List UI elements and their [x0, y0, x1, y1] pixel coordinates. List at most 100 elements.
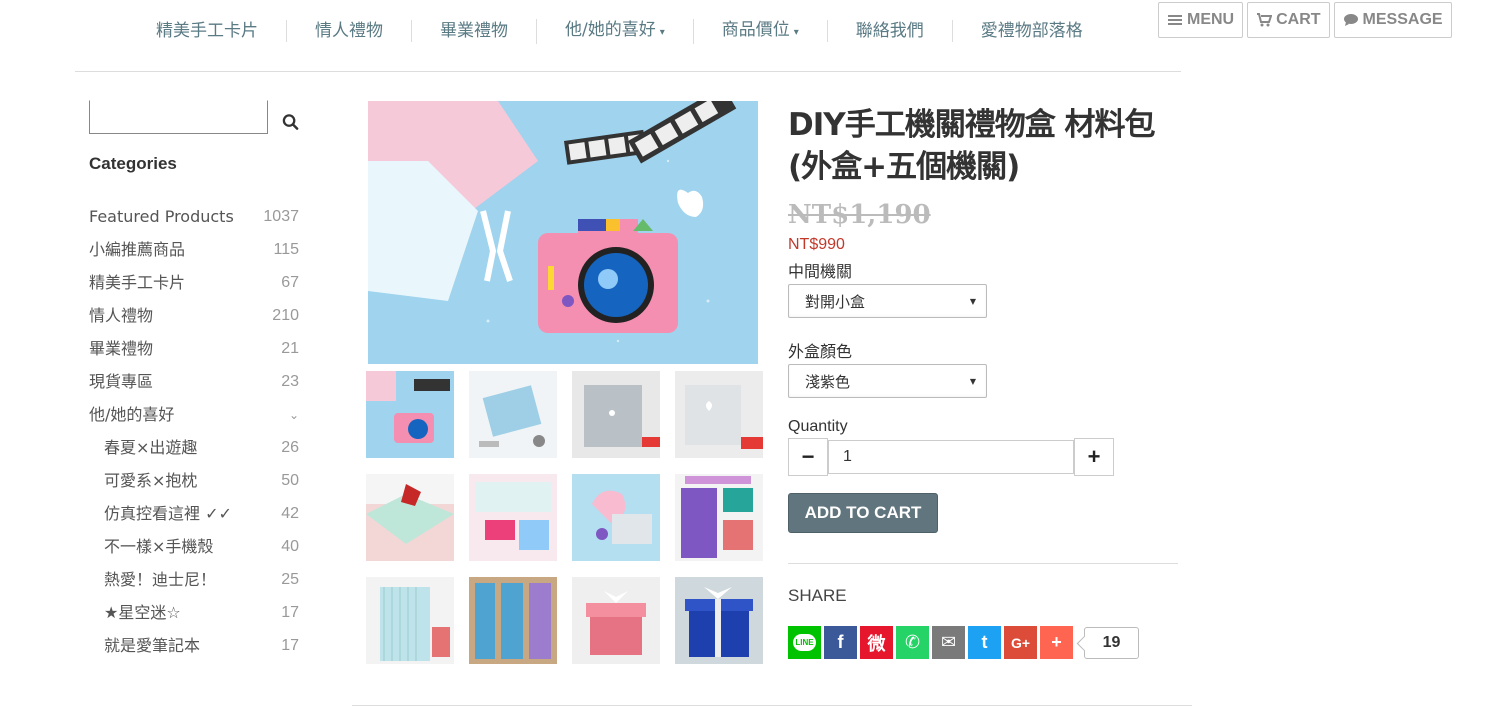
thumbnail-5[interactable]	[366, 474, 454, 561]
email-share-button[interactable]: ✉	[932, 626, 965, 659]
share-buttons: LINE f 微 ✆ ✉ t G+ +19	[788, 626, 1178, 659]
nav-item-label: 精美手工卡片	[156, 21, 258, 41]
category-name: 畢業禮物	[89, 339, 154, 358]
twitter-share-button[interactable]: t	[968, 626, 1001, 659]
category-name: 精美手工卡片	[89, 273, 186, 292]
share-count: 19	[1084, 626, 1139, 659]
thumbnail-2[interactable]	[469, 371, 557, 458]
category-name: 春夏×出遊趣	[104, 438, 198, 457]
category-name: 熱愛！迪士尼！	[104, 570, 217, 589]
quantity-stepper: − 1 +	[788, 438, 1178, 476]
category-item[interactable]: 小編推薦商品 115	[89, 237, 299, 263]
menu-button-label: MENU	[1187, 11, 1235, 28]
subcategory-item[interactable]: ★星空迷☆ 17	[89, 600, 299, 626]
subcategory-item[interactable]: 仿真控看這裡 ✓✓ 42	[89, 501, 299, 527]
category-item[interactable]: 精美手工卡片 67	[89, 270, 299, 296]
category-name: 情人禮物	[89, 306, 154, 325]
decrease-quantity-button[interactable]: −	[788, 438, 828, 476]
nav-item-2[interactable]: 情人禮物	[286, 20, 411, 42]
nav-item-4[interactable]: 他/她的喜好 ▾	[536, 18, 693, 44]
dropdown-arrow-icon: ▼	[969, 376, 976, 386]
category-count: 25	[281, 571, 299, 588]
message-button-label: MESSAGE	[1362, 11, 1443, 28]
thumbnail-1[interactable]	[366, 371, 454, 458]
quantity-input[interactable]: 1	[828, 440, 1074, 474]
comment-icon	[1343, 14, 1358, 26]
line-icon: LINE	[793, 634, 816, 651]
category-item[interactable]: 現貨專區 23	[89, 369, 299, 395]
thumbnail-8[interactable]	[675, 474, 763, 561]
thumbnail-6[interactable]	[469, 474, 557, 561]
caret-down-icon: ▾	[793, 26, 799, 38]
product-info: DIY手工機關禮物盒 材料包(外盒+五個機關) NT$1,190 NT$990 …	[788, 104, 1178, 659]
bottom-divider	[352, 705, 1192, 706]
subcategory-item[interactable]: 春夏×出遊趣 26	[89, 435, 299, 461]
category-name: 可愛系×抱枕	[104, 471, 198, 490]
search-icon[interactable]	[282, 113, 299, 131]
googleplus-share-button[interactable]: G+	[1004, 626, 1037, 659]
nav-item-7[interactable]: 愛禮物部落格	[951, 20, 1111, 42]
weibo-share-button[interactable]: 微	[860, 626, 893, 659]
category-name: 不一樣×手機殼	[104, 537, 214, 556]
subcategory-item[interactable]: 就是愛筆記本 17	[89, 633, 299, 659]
line-share-button[interactable]: LINE	[788, 626, 821, 659]
category-count: 17	[281, 604, 299, 621]
whatsapp-share-button[interactable]: ✆	[896, 626, 929, 659]
search-input[interactable]	[89, 100, 268, 134]
category-item[interactable]: 畢業禮物 21	[89, 336, 299, 362]
option2-select[interactable]: 淺紫色 ▼	[788, 364, 987, 398]
category-count: 1037	[263, 208, 299, 225]
cart-icon	[1257, 13, 1273, 27]
thumbnail-7[interactable]	[572, 474, 660, 561]
category-item[interactable]: 他/她的喜好 ⌄	[89, 402, 299, 428]
thumbnail-grid	[366, 371, 763, 664]
facebook-icon: f	[837, 632, 844, 652]
nav-item-6[interactable]: 聯絡我們	[826, 20, 952, 42]
header-divider	[75, 71, 1181, 72]
categories-title: Categories	[89, 154, 177, 173]
thumbnail-3[interactable]	[572, 371, 660, 458]
category-item[interactable]: 情人禮物 210	[89, 303, 299, 329]
nav-item-5[interactable]: 商品價位 ▾	[692, 18, 827, 44]
more-share-button[interactable]: +	[1040, 626, 1073, 659]
product-main-image[interactable]	[368, 101, 758, 364]
thumbnail-4[interactable]	[675, 371, 763, 458]
subcategory-item[interactable]: 不一樣×手機殼 40	[89, 534, 299, 560]
subcategory-item[interactable]: 熱愛！迪士尼！ 25	[89, 567, 299, 593]
category-name: 他/她的喜好	[89, 405, 175, 424]
thumbnail-12[interactable]	[675, 577, 763, 664]
sale-price: NT$990	[788, 236, 845, 253]
whatsapp-icon: ✆	[904, 632, 921, 652]
option1-select[interactable]: 對開小盒 ▼	[788, 284, 987, 318]
cart-button[interactable]: CART	[1247, 2, 1330, 38]
share-label: SHARE	[788, 586, 847, 605]
nav-item-1[interactable]: 精美手工卡片	[120, 20, 286, 42]
thumbnail-11[interactable]	[572, 577, 660, 664]
menu-button[interactable]: MENU	[1158, 2, 1244, 38]
category-count: 21	[281, 340, 299, 357]
original-price: NT$1,190	[788, 200, 931, 230]
message-button[interactable]: MESSAGE	[1333, 2, 1452, 38]
nav-item-label: 商品價位	[721, 19, 790, 40]
category-name: 就是愛筆記本	[104, 636, 201, 655]
category-count: 210	[272, 307, 299, 324]
subcategory-item[interactable]: 可愛系×抱枕 50	[89, 468, 299, 494]
thumbnail-10[interactable]	[469, 577, 557, 664]
category-count: 23	[281, 373, 299, 390]
category-count: 67	[281, 274, 299, 291]
add-to-cart-button[interactable]: ADD TO CART	[788, 493, 938, 533]
nav-item-label: 他/她的喜好	[565, 19, 656, 40]
increase-quantity-button[interactable]: +	[1074, 438, 1114, 476]
nav-item-label: 畢業禮物	[440, 21, 508, 41]
category-count: 50	[281, 472, 299, 489]
nav-item-3[interactable]: 畢業禮物	[411, 20, 536, 42]
cart-button-label: CART	[1276, 11, 1321, 28]
more-icon: +	[1051, 632, 1062, 652]
facebook-share-button[interactable]: f	[824, 626, 857, 659]
category-count: 26	[281, 439, 299, 456]
category-name: ★星空迷☆	[104, 603, 181, 622]
category-item[interactable]: Featured Products 1037	[89, 204, 299, 230]
search-row	[89, 100, 299, 134]
thumbnail-9[interactable]	[366, 577, 454, 664]
option1-label: 中間機關	[788, 262, 853, 281]
